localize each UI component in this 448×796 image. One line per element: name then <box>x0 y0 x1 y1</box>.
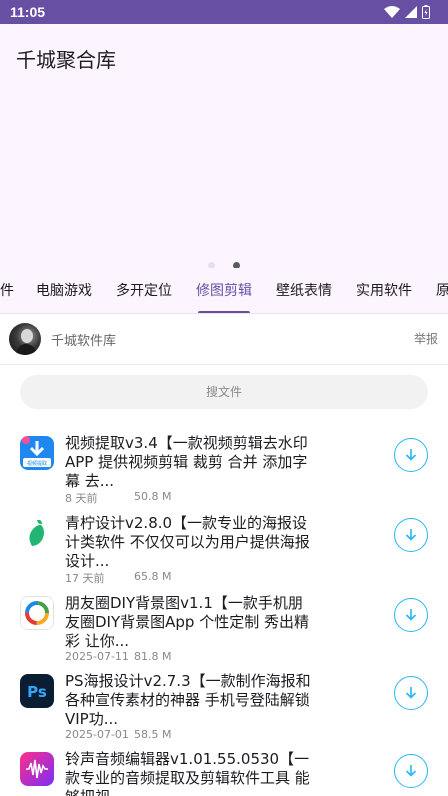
tab-photo-editing[interactable]: 修图剪辑 <box>196 268 252 313</box>
avatar[interactable] <box>9 323 41 355</box>
download-button[interactable] <box>394 438 428 472</box>
tab-wallpaper-emoji[interactable]: 壁纸表情 <box>276 268 332 313</box>
status-icons <box>384 4 430 20</box>
list-item[interactable]: Ps PS海报设计v2.7.3【一款制作海报和各种宣传素材的神器 手机号登陆解锁… <box>0 672 448 754</box>
download-icon <box>405 687 417 699</box>
download-button[interactable] <box>394 676 428 710</box>
app-header: 千城聚合库 <box>0 24 448 269</box>
svg-text:Ps: Ps <box>27 683 47 701</box>
owner-row[interactable]: 千城软件库 举报 <box>0 315 448 365</box>
download-button[interactable] <box>394 518 428 552</box>
tab-multi-location[interactable]: 多开定位 <box>116 268 172 313</box>
file-title[interactable]: 青柠设计v2.8.0【一款专业的海报设计类软件 不仅仅可以为用户提供海报设计..… <box>65 514 315 571</box>
search-input[interactable]: 搜文件 <box>20 375 428 409</box>
download-icon <box>405 529 417 541</box>
owner-name[interactable]: 千城软件库 <box>51 330 116 349</box>
file-size: 81.8 M <box>134 650 172 663</box>
svg-text:视频提取: 视频提取 <box>27 460 47 467</box>
list-item[interactable]: 青柠设计v2.8.0【一款专业的海报设计类软件 不仅仅可以为用户提供海报设计..… <box>0 514 448 596</box>
download-icon <box>405 449 417 461</box>
download-icon <box>405 609 417 621</box>
signal-icon <box>405 6 417 18</box>
tab-partial-left[interactable]: 件 <box>0 268 14 313</box>
file-date: 2025-07-11 <box>65 650 129 663</box>
report-link[interactable]: 举报 <box>414 330 438 347</box>
file-title[interactable]: 铃声音频编辑器v1.01.55.0530【一款专业的音频提取及剪辑软件工具 能够… <box>65 750 315 796</box>
tab-utility-software[interactable]: 实用软件 <box>356 268 412 313</box>
tab-indicator <box>198 311 250 313</box>
ringtone-editor-icon <box>20 752 54 786</box>
video-extract-icon: 视频提取 <box>20 436 54 470</box>
battery-icon <box>422 5 430 19</box>
tab-partial-right[interactable]: 原 <box>436 268 448 313</box>
status-time: 11:05 <box>10 4 46 20</box>
file-title[interactable]: PS海报设计v2.7.3【一款制作海报和各种宣传素材的神器 手机号登陆解锁VIP… <box>65 672 315 729</box>
moments-diy-icon <box>20 596 54 630</box>
download-button[interactable] <box>394 754 428 788</box>
file-title[interactable]: 视频提取v3.4【一款视频剪辑去水印APP 提供视频剪辑 裁剪 合并 添加字幕 … <box>65 434 315 491</box>
file-date: 17 天前 <box>65 572 105 585</box>
list-item[interactable]: 朋友圈DIY背景图v1.1【一款手机朋友圈DIY背景图App 个性定制 秀出精彩… <box>0 594 448 676</box>
file-size: 65.8 M <box>134 570 172 583</box>
tab-pc-games[interactable]: 电脑游戏 <box>36 268 92 313</box>
list-item[interactable]: 铃声音频编辑器v1.01.55.0530【一款专业的音频提取及剪辑软件工具 能够… <box>0 750 448 796</box>
status-bar: 11:05 <box>0 0 448 24</box>
download-button[interactable] <box>394 598 428 632</box>
qingning-design-icon <box>20 516 54 550</box>
file-date: 2025-07-01 <box>65 728 129 741</box>
app-title: 千城聚合库 <box>16 48 116 72</box>
list-item[interactable]: 视频提取 视频提取v3.4【一款视频剪辑去水印APP 提供视频剪辑 裁剪 合并 … <box>0 434 448 516</box>
file-title[interactable]: 朋友圈DIY背景图v1.1【一款手机朋友圈DIY背景图App 个性定制 秀出精彩… <box>65 594 315 651</box>
download-icon <box>405 765 417 777</box>
wifi-icon <box>384 6 400 18</box>
ps-poster-icon: Ps <box>20 674 54 708</box>
file-date: 8 天前 <box>65 492 98 505</box>
file-size: 58.5 M <box>134 728 172 741</box>
category-tabs[interactable]: 件 电脑游戏 多开定位 修图剪辑 壁纸表情 实用软件 原 <box>0 268 448 314</box>
file-size: 50.8 M <box>134 490 172 503</box>
